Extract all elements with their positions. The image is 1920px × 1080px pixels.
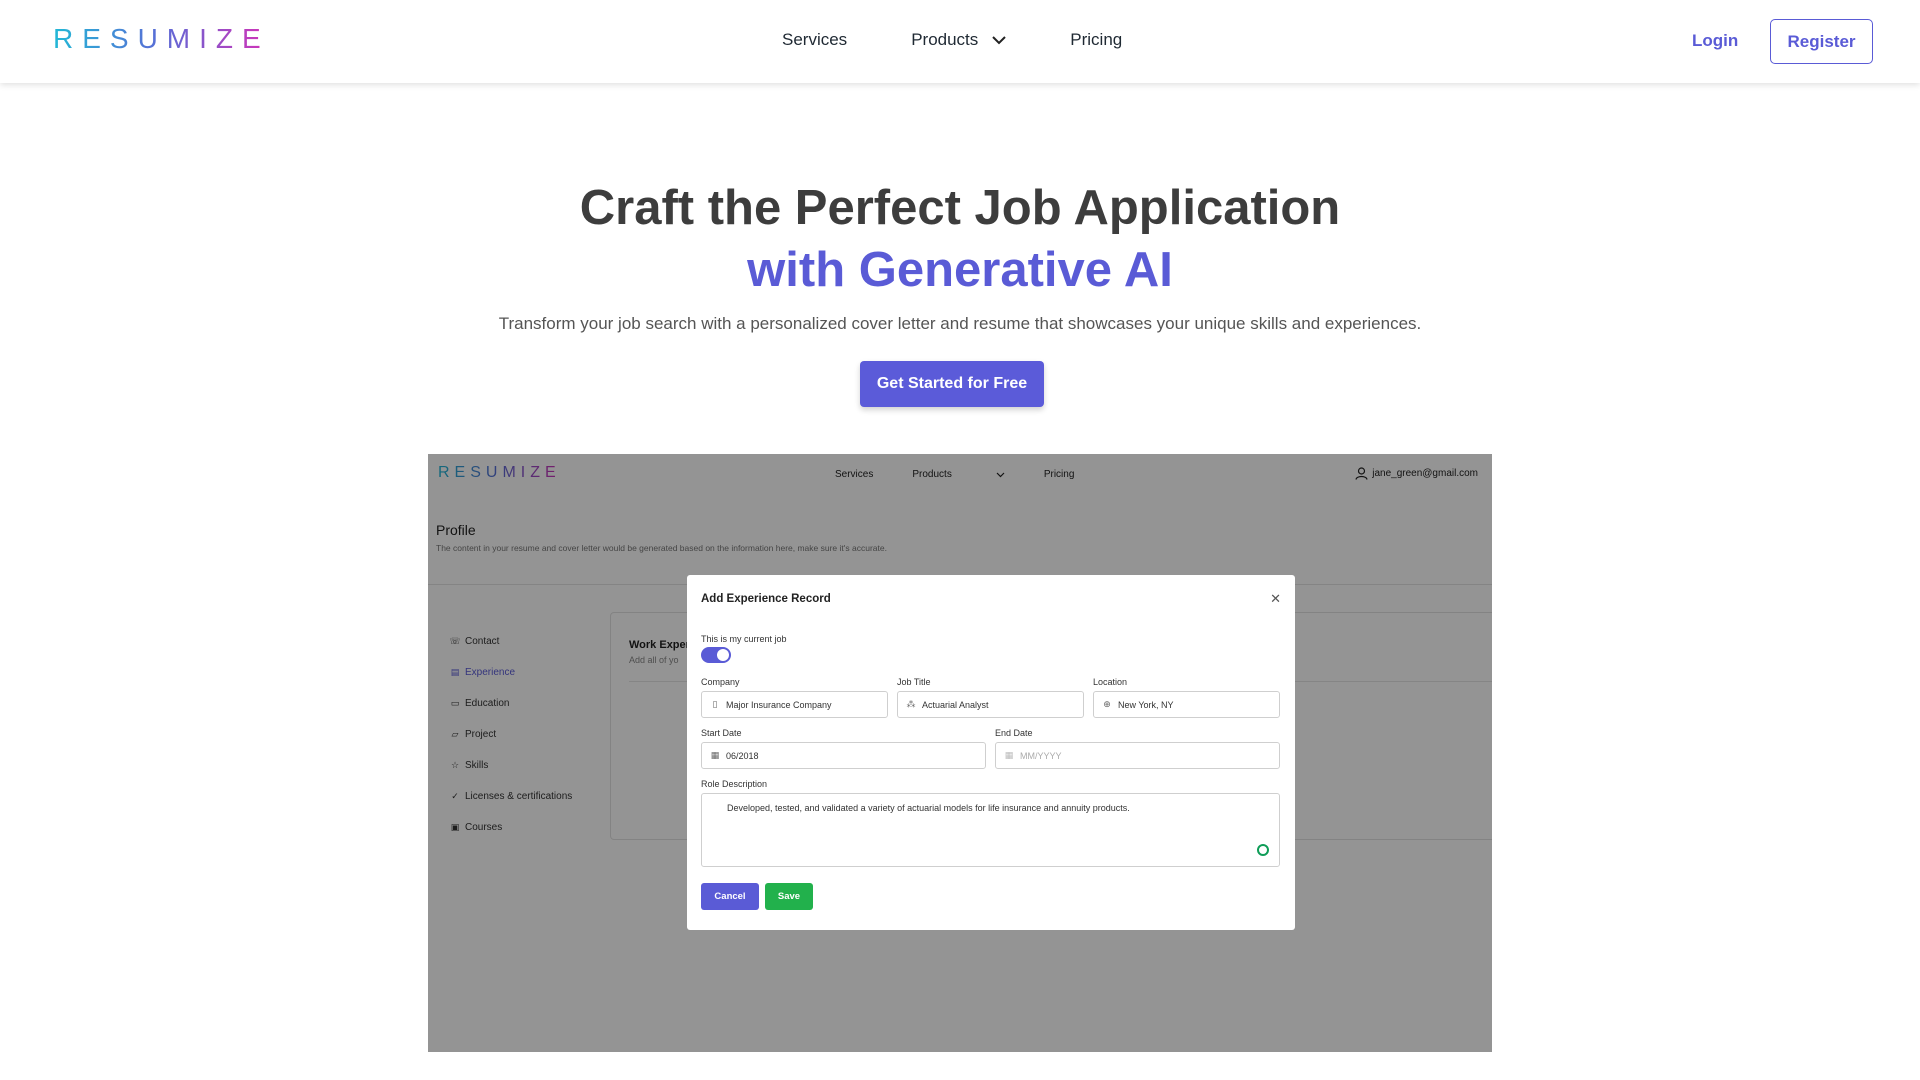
calendar-icon: ▦ <box>1004 750 1014 760</box>
start-date-label: Start Date <box>701 728 742 738</box>
org-chart-icon: ⁂ <box>906 699 916 709</box>
close-icon[interactable]: ✕ <box>1270 591 1281 607</box>
end-date-label: End Date <box>995 728 1033 738</box>
add-experience-dialog: Add Experience Record ✕ This is my curre… <box>687 575 1295 930</box>
hero-title-accent: with Generative AI <box>747 243 1173 297</box>
end-date-placeholder: MM/YYYY <box>1020 750 1062 761</box>
resumize-logo[interactable]: RESUMIZE <box>53 23 270 54</box>
nav-pricing[interactable]: Pricing <box>1070 30 1122 50</box>
hero-title: Craft the Perfect Job Application <box>579 181 1341 235</box>
current-job-toggle[interactable] <box>701 647 731 663</box>
job-title-field[interactable]: ⁂ Actuarial Analyst <box>897 691 1084 718</box>
start-date-value: 06/2018 <box>726 750 759 761</box>
get-started-button[interactable]: Get Started for Free <box>860 361 1044 407</box>
company-label: Company <box>701 677 740 687</box>
register-button[interactable]: Register <box>1770 19 1873 64</box>
role-description-textarea[interactable]: Developed, tested, and validated a varie… <box>701 793 1280 867</box>
calendar-icon: ▦ <box>710 750 720 760</box>
building-icon: ▯ <box>712 699 718 709</box>
save-button[interactable]: Save <box>765 883 813 910</box>
nav-services[interactable]: Services <box>782 30 847 50</box>
nav-products-label: Products <box>911 30 979 49</box>
cancel-button[interactable]: Cancel <box>701 883 759 910</box>
current-job-label: This is my current job <box>701 634 787 644</box>
job-title-value: Actuarial Analyst <box>922 699 989 710</box>
dialog-title: Add Experience Record <box>701 593 831 605</box>
hero-description: Transform your job search with a persona… <box>498 314 1422 333</box>
role-description-label: Role Description <box>701 779 768 789</box>
main-nav: Services Products Pricing <box>782 30 1186 50</box>
nav-products[interactable]: Products <box>911 30 1006 50</box>
globe-icon: ⊕ <box>1103 699 1111 709</box>
login-link[interactable]: Login <box>1692 31 1738 51</box>
start-date-field[interactable]: ▦ 06/2018 <box>701 742 986 769</box>
location-label: Location <box>1093 677 1128 687</box>
product-screenshot: RESUMIZE Services Products Pricing jane_… <box>428 454 1492 1052</box>
company-value: Major Insurance Company <box>726 699 832 710</box>
end-date-field[interactable]: ▦ MM/YYYY <box>995 742 1280 769</box>
location-value: New York, NY <box>1118 699 1174 710</box>
top-navbar: RESUMIZE Services Products Pricing Login… <box>0 0 1920 83</box>
company-field[interactable]: ▯ Major Insurance Company <box>701 691 888 718</box>
role-description-value: Developed, tested, and validated a varie… <box>727 803 1130 813</box>
grammarly-icon[interactable] <box>1257 844 1269 856</box>
logo-text: RESUMIZE <box>53 23 270 54</box>
job-title-label: Job Title <box>897 677 931 687</box>
chevron-down-icon <box>992 35 1006 44</box>
location-field[interactable]: ⊕ New York, NY <box>1093 691 1280 718</box>
